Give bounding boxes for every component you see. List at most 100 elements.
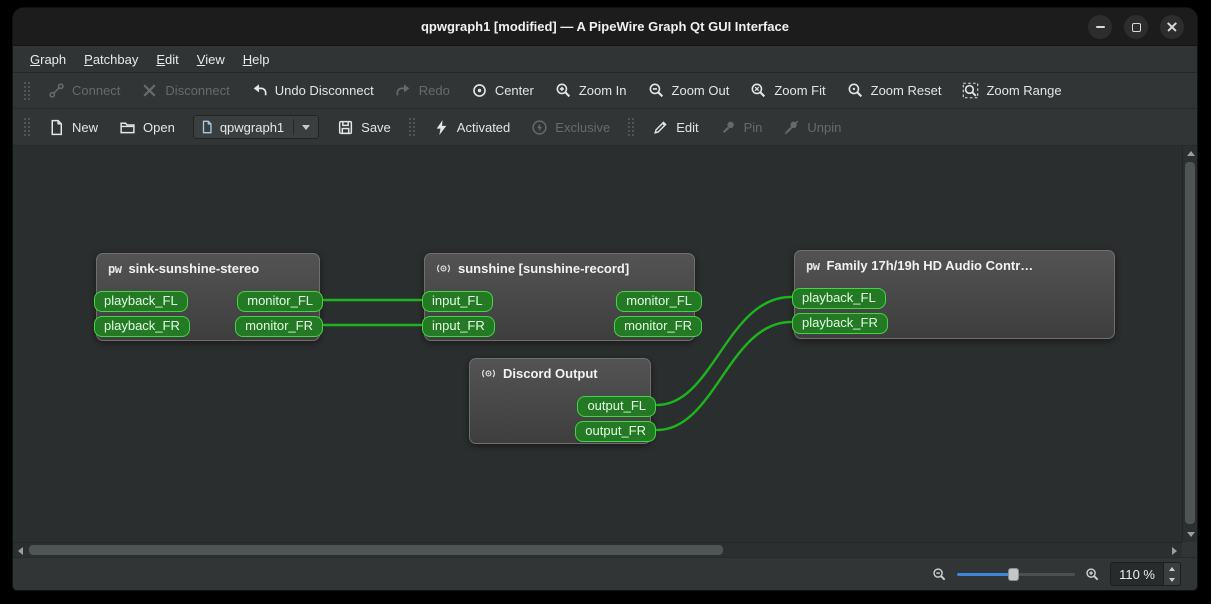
port-input-fr[interactable]: input_FR: [422, 316, 495, 337]
zoom-in-label: Zoom In: [578, 83, 627, 98]
zoom-in-icon: [555, 82, 572, 99]
cables-layer: [322, 295, 793, 432]
maximize-button[interactable]: [1124, 15, 1148, 39]
edit-label: Edit: [676, 119, 699, 135]
port-output-fr[interactable]: output_FR: [575, 421, 656, 442]
center-icon: [471, 82, 488, 99]
node-discord-output[interactable]: Discord Output output_FL output_FR: [469, 358, 656, 444]
node-header: Discord Output: [470, 359, 650, 385]
activated-lightning-icon: [433, 119, 450, 136]
combo-separator: [293, 119, 295, 135]
vertical-scrollbar-thumb[interactable]: [1185, 162, 1195, 524]
zoom-spin-up-button[interactable]: [1164, 563, 1180, 574]
toolbar-handle[interactable]: [23, 117, 31, 137]
open-button[interactable]: Open: [110, 114, 184, 141]
menu-view[interactable]: View: [188, 48, 234, 71]
minimize-button[interactable]: [1088, 15, 1112, 39]
connect-icon: [48, 82, 65, 99]
port-playback-fl[interactable]: playback_FL: [94, 291, 188, 312]
zoom-in-button[interactable]: Zoom In: [546, 77, 636, 104]
zoom-out-label: Zoom Out: [671, 83, 730, 98]
node-title: Family 17h/19h HD Audio Contr…: [826, 258, 1034, 273]
triangle-left-icon: [18, 546, 23, 555]
new-file-icon: [48, 119, 65, 136]
zoom-slider[interactable]: [957, 565, 1076, 583]
stream-monitor-icon: [481, 366, 496, 381]
zoom-reset-button[interactable]: Zoom Reset: [838, 77, 951, 104]
triangle-right-icon: [1172, 546, 1177, 555]
scroll-up-button[interactable]: [1183, 146, 1197, 161]
redo-label: Redo: [418, 83, 450, 98]
node-title: sunshine [sunshine-record]: [458, 261, 630, 276]
menu-help[interactable]: Help: [234, 48, 279, 71]
zoom-range-button[interactable]: Zoom Range: [953, 77, 1070, 104]
disconnect-button: Disconnect: [132, 77, 238, 104]
patchbay-file-icon: [200, 120, 214, 134]
node-sunshine-record[interactable]: sunshine [sunshine-record] input_FL inpu…: [422, 253, 702, 341]
port-playback-fr[interactable]: playback_FR: [94, 316, 190, 337]
node-header: sunshine [sunshine-record]: [425, 254, 694, 280]
scroll-down-button[interactable]: [1183, 527, 1197, 542]
vertical-scrollbar[interactable]: [1182, 146, 1197, 542]
menu-patchbay[interactable]: Patchbay: [75, 48, 147, 71]
connect-button: Connect: [39, 77, 129, 104]
zoom-out-icon[interactable]: [932, 567, 947, 582]
zoom-in-icon[interactable]: [1085, 567, 1100, 582]
pipewire-icon: pw: [108, 261, 122, 276]
patchbay-toolbar: New Open qpwgraph1 Save Activated Exclus…: [13, 109, 1197, 146]
save-button[interactable]: Save: [328, 114, 400, 141]
horizontal-scrollbar-thumb[interactable]: [29, 545, 723, 555]
zoom-slider-fill: [957, 573, 1014, 576]
undo-icon: [251, 82, 268, 99]
save-label: Save: [361, 119, 391, 135]
graph-canvas[interactable]: pw sink-sunshine-stereo playback_FL play…: [13, 146, 1197, 557]
port-monitor-fl[interactable]: monitor_FL: [237, 291, 323, 312]
pipewire-icon: pw: [806, 258, 820, 273]
edit-pencil-icon: [652, 119, 669, 136]
node-header: pw sink-sunshine-stereo: [97, 254, 319, 280]
undo-disconnect-button[interactable]: Undo Disconnect: [242, 77, 383, 104]
port-monitor-fr[interactable]: monitor_FR: [614, 316, 702, 337]
scroll-right-button[interactable]: [1167, 543, 1182, 557]
zoom-out-button[interactable]: Zoom Out: [639, 77, 739, 104]
pin-label: Pin: [743, 119, 763, 135]
menu-graph[interactable]: Graph: [21, 48, 75, 71]
zoom-value[interactable]: 110 %: [1111, 563, 1163, 585]
scroll-left-button[interactable]: [13, 543, 28, 557]
toolbar-handle[interactable]: [407, 117, 416, 137]
activated-button[interactable]: Activated: [424, 114, 519, 141]
horizontal-scrollbar[interactable]: [13, 542, 1182, 557]
zoom-fit-button[interactable]: Zoom Fit: [741, 77, 834, 104]
port-playback-fl[interactable]: playback_FL: [792, 288, 886, 309]
unpin-icon: [783, 119, 800, 136]
maximize-icon: [1131, 22, 1141, 32]
patchbay-file-combo[interactable]: qpwgraph1: [192, 115, 320, 139]
edit-button[interactable]: Edit: [643, 114, 707, 141]
window-controls: [1088, 15, 1184, 39]
zoom-spin-down-button[interactable]: [1164, 574, 1180, 585]
menu-edit[interactable]: Edit: [147, 48, 187, 71]
toolbar-handle[interactable]: [23, 80, 31, 101]
new-button[interactable]: New: [39, 114, 107, 141]
port-output-fl[interactable]: output_FL: [577, 396, 656, 417]
node-header: pw Family 17h/19h HD Audio Contr…: [795, 251, 1114, 277]
zoom-out-icon: [648, 82, 665, 99]
zoom-slider-handle[interactable]: [1008, 568, 1020, 581]
close-button[interactable]: [1160, 15, 1184, 39]
center-button[interactable]: Center: [462, 77, 543, 104]
node-sink-sunshine-stereo[interactable]: pw sink-sunshine-stereo playback_FL play…: [94, 253, 323, 341]
port-monitor-fl[interactable]: monitor_FL: [616, 291, 702, 312]
close-icon: [1166, 21, 1178, 33]
titlebar[interactable]: qpwgraph1 [modified] — A PipeWire Graph …: [13, 8, 1197, 46]
node-family-hd-audio[interactable]: pw Family 17h/19h HD Audio Contr… playba…: [792, 250, 1115, 339]
new-label: New: [72, 119, 99, 135]
port-input-fl[interactable]: input_FL: [422, 291, 493, 312]
zoom-reset-label: Zoom Reset: [870, 83, 942, 98]
redo-icon: [395, 82, 412, 99]
zoom-spinbox[interactable]: 110 %: [1110, 562, 1181, 586]
toolbar-handle[interactable]: [627, 117, 636, 137]
menubar: Graph Patchbay Edit View Help: [13, 46, 1197, 73]
port-playback-fr[interactable]: playback_FR: [792, 313, 888, 334]
exclusive-icon: [531, 119, 548, 136]
port-monitor-fr[interactable]: monitor_FR: [235, 316, 323, 337]
